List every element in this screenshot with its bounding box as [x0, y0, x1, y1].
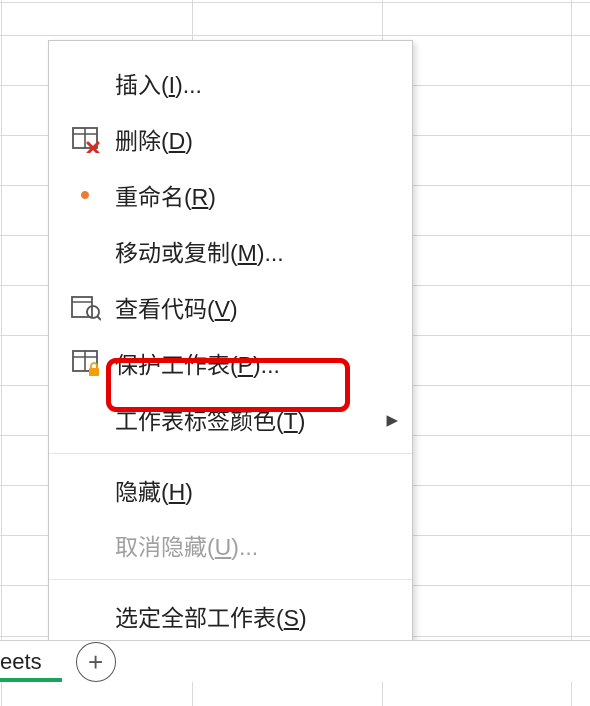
menu-item-protect-sheet[interactable]: 保护工作表(P)...: [49, 335, 412, 391]
protect-sheet-icon: [61, 343, 109, 383]
menu-item-insert[interactable]: 插入(I)...: [49, 55, 412, 111]
sheet-tab-context-menu: 插入(I)... 删除(D) 重命名(R) 移动或复制(M)...: [48, 40, 413, 654]
sheet-tab-active-fragment[interactable]: eets: [0, 649, 42, 675]
menu-label: 选定全部工作表(S): [115, 599, 398, 633]
delete-sheet-icon: [61, 119, 109, 159]
blank-icon: [61, 596, 109, 636]
active-tab-underline: [0, 678, 62, 682]
menu-label: 移动或复制(M)...: [115, 234, 398, 268]
blank-icon: [61, 63, 109, 103]
blank-icon: [61, 399, 109, 439]
menu-item-select-all-sheets[interactable]: 选定全部工作表(S): [49, 579, 412, 643]
menu-label: 插入(I)...: [115, 66, 398, 100]
menu-item-tab-color[interactable]: 工作表标签颜色(T) ▸: [49, 391, 412, 447]
menu-item-unhide: 取消隐藏(U)...: [49, 517, 412, 573]
menu-label: 重命名(R): [115, 178, 398, 212]
menu-label: 隐藏(H): [115, 473, 398, 507]
view-code-icon: [61, 287, 109, 327]
menu-label: 保护工作表(P)...: [115, 346, 398, 380]
menu-item-move-copy[interactable]: 移动或复制(M)...: [49, 223, 412, 279]
new-sheet-button[interactable]: +: [76, 642, 116, 682]
menu-item-view-code[interactable]: 查看代码(V): [49, 279, 412, 335]
menu-item-hide[interactable]: 隐藏(H): [49, 453, 412, 517]
menu-label: 删除(D): [115, 122, 398, 156]
menu-item-rename[interactable]: 重命名(R): [49, 167, 412, 223]
blank-icon: [61, 470, 109, 510]
menu-item-delete[interactable]: 删除(D): [49, 111, 412, 167]
menu-label: 查看代码(V): [115, 290, 398, 324]
blank-icon: [61, 525, 109, 565]
sheet-tab-bar: eets +: [0, 640, 590, 682]
submenu-arrow-icon: ▸: [378, 406, 398, 433]
menu-label: 取消隐藏(U)...: [115, 528, 398, 562]
menu-label: 工作表标签颜色(T): [115, 402, 378, 436]
dot-icon: [61, 175, 109, 215]
blank-icon: [61, 231, 109, 271]
